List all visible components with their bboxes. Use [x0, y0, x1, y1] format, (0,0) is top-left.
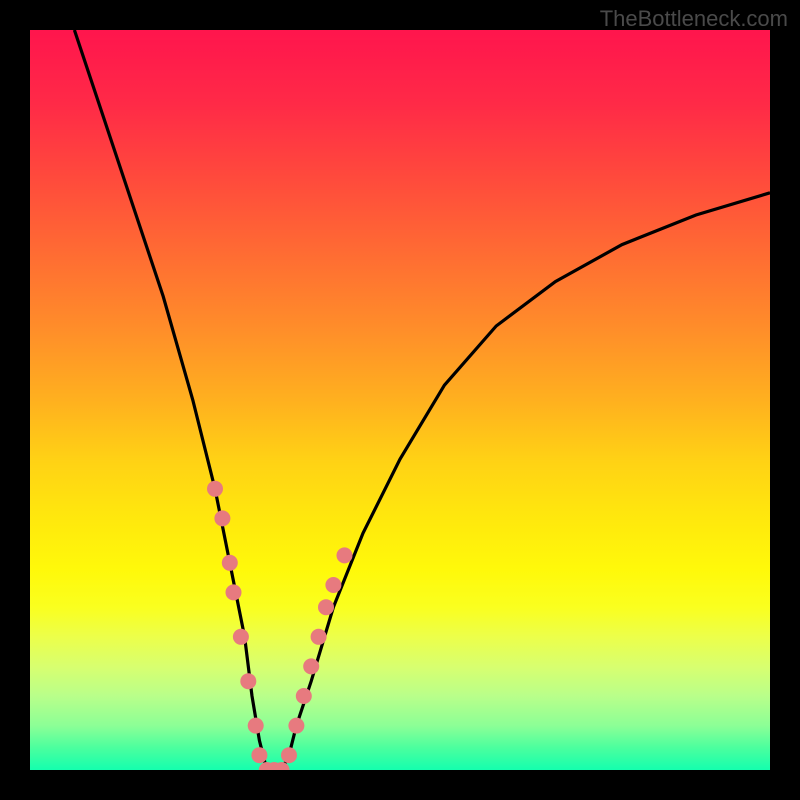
- marker-point: [288, 718, 304, 734]
- marker-point: [240, 673, 256, 689]
- marker-point: [318, 599, 334, 615]
- marker-point: [214, 510, 230, 526]
- marker-point: [251, 747, 267, 763]
- marker-point: [222, 555, 238, 571]
- marker-point: [207, 481, 223, 497]
- marker-point: [233, 629, 249, 645]
- marker-group: [207, 481, 353, 770]
- marker-point: [248, 718, 264, 734]
- marker-point: [311, 629, 327, 645]
- marker-point: [303, 658, 319, 674]
- marker-point: [281, 747, 297, 763]
- marker-point: [337, 547, 353, 563]
- marker-point: [296, 688, 312, 704]
- marker-point: [226, 584, 242, 600]
- plot-area: [30, 30, 770, 770]
- watermark: TheBottleneck.com: [600, 6, 788, 32]
- bottleneck-curve: [74, 30, 770, 770]
- chart-svg: [30, 30, 770, 770]
- marker-point: [325, 577, 341, 593]
